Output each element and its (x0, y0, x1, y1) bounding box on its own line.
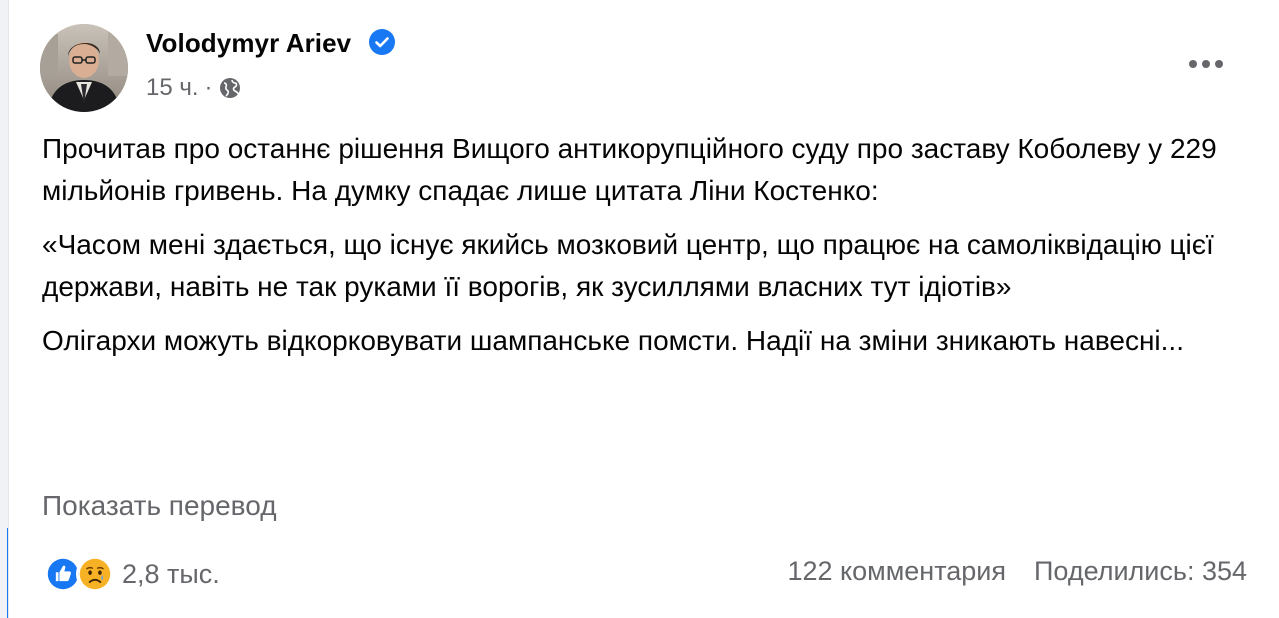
verified-badge-icon (368, 29, 395, 55)
more-options-button[interactable] (1182, 44, 1230, 84)
reactions-summary[interactable]: 2,8 тыс. (44, 553, 220, 595)
more-dots-icon (1189, 60, 1223, 68)
show-translation-link[interactable]: Показать перевод (42, 490, 277, 522)
post-timestamp[interactable]: 15 ч. (146, 74, 199, 102)
post-quote: «Часом мені здається, що існує якийсь мо… (42, 229, 1214, 302)
post-paragraph: Олігархи можуть відкорковувати шампанськ… (42, 325, 1184, 356)
meta-separator: · (204, 74, 213, 101)
sad-reaction-icon (76, 555, 114, 593)
author-avatar[interactable] (40, 24, 128, 112)
author-name[interactable]: Volodymyr Ariev (146, 28, 351, 58)
shares-count-link[interactable]: Поделились: 354 (1034, 556, 1247, 587)
post-stats: 122 комментария Поделились: 354 (787, 556, 1247, 587)
post-body: Прочитав про останнє рішення Вищого анти… (42, 128, 1257, 374)
author-name-row: Volodymyr Ariev (146, 28, 395, 59)
post-meta: 15 ч. · (146, 74, 241, 102)
reactions-count: 2,8 тыс. (122, 558, 220, 589)
post-paragraph: Прочитав про останнє рішення Вищого анти… (42, 133, 1217, 206)
avatar-image (40, 24, 128, 112)
comments-count-link[interactable]: 122 комментария (787, 556, 1006, 587)
globe-icon[interactable] (219, 77, 241, 99)
